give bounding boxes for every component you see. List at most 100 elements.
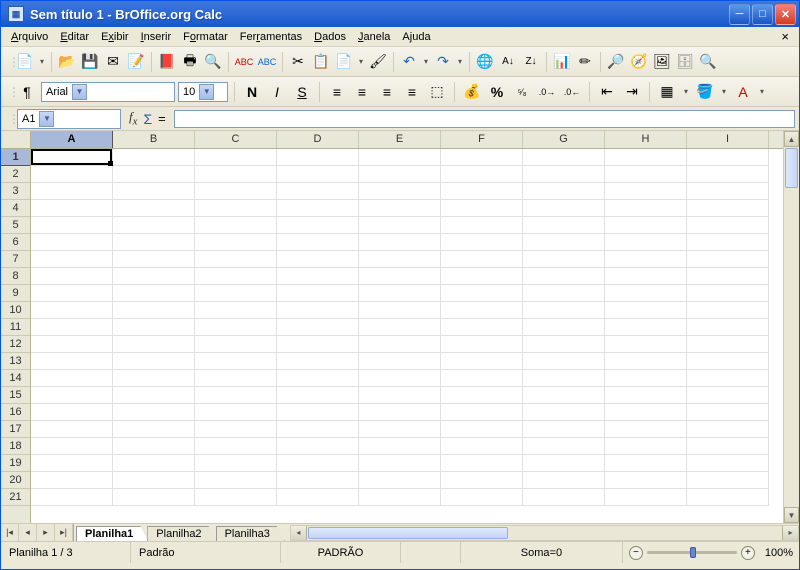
prev-sheet-button[interactable]: ◂ <box>19 524 37 541</box>
add-decimal-button[interactable]: .0→ <box>536 81 558 103</box>
cell[interactable] <box>113 319 195 336</box>
cell[interactable] <box>113 336 195 353</box>
merge-cells-button[interactable]: ⬚ <box>426 81 448 103</box>
cell[interactable] <box>441 455 523 472</box>
navigator-button[interactable]: 🧭 <box>628 51 650 73</box>
cell[interactable] <box>31 489 113 506</box>
cell[interactable] <box>277 387 359 404</box>
row-header[interactable]: 14 <box>1 370 30 387</box>
sheet-tab[interactable]: Planilha3 <box>216 526 285 541</box>
cell[interactable] <box>687 285 769 302</box>
fontcolor-button[interactable]: A <box>732 81 754 103</box>
cell[interactable] <box>687 438 769 455</box>
cell[interactable] <box>687 472 769 489</box>
cell[interactable] <box>113 200 195 217</box>
cell[interactable] <box>31 149 113 166</box>
name-box[interactable]: A1▼ <box>17 109 121 129</box>
redo-dropdown[interactable]: ▾ <box>455 57 465 66</box>
spellcheck-button[interactable]: ABC <box>233 51 255 73</box>
cell[interactable] <box>113 438 195 455</box>
insert-mode-status[interactable]: PADRÃO <box>281 542 401 563</box>
cell[interactable] <box>31 472 113 489</box>
cell[interactable] <box>687 336 769 353</box>
row-header[interactable]: 20 <box>1 472 30 489</box>
row-header[interactable]: 7 <box>1 251 30 268</box>
cell[interactable] <box>195 489 277 506</box>
zoom-in-button[interactable]: + <box>741 546 755 560</box>
cell[interactable] <box>687 489 769 506</box>
paste-button[interactable]: 📄 <box>333 51 355 73</box>
row-header[interactable]: 12 <box>1 336 30 353</box>
hyperlink-button[interactable]: 🌐 <box>474 51 496 73</box>
font-name-combo[interactable]: Arial▼ <box>41 82 175 102</box>
cell[interactable] <box>359 319 441 336</box>
row-header[interactable]: 9 <box>1 285 30 302</box>
cell[interactable] <box>195 149 277 166</box>
menu-exibir[interactable]: Exibir <box>95 29 135 45</box>
cell[interactable] <box>31 285 113 302</box>
currency-button[interactable]: 💰 <box>461 81 483 103</box>
cell[interactable] <box>523 268 605 285</box>
cell[interactable] <box>523 353 605 370</box>
cell[interactable] <box>523 438 605 455</box>
cell[interactable] <box>605 370 687 387</box>
menu-ajuda[interactable]: Ajuda <box>396 29 436 45</box>
select-all-corner[interactable] <box>1 131 31 149</box>
cell[interactable] <box>113 251 195 268</box>
menu-inserir[interactable]: Inserir <box>135 29 178 45</box>
column-header[interactable]: F <box>441 131 523 148</box>
cell[interactable] <box>441 200 523 217</box>
cell[interactable] <box>113 268 195 285</box>
export-pdf-button[interactable]: 📕 <box>156 51 178 73</box>
copy-button[interactable]: 📋 <box>310 51 332 73</box>
cell[interactable] <box>31 421 113 438</box>
cut-button[interactable]: ✂ <box>287 51 309 73</box>
cell[interactable] <box>113 489 195 506</box>
cell[interactable] <box>359 166 441 183</box>
page-style-status[interactable]: Padrão <box>131 542 281 563</box>
column-header[interactable]: D <box>277 131 359 148</box>
cell[interactable] <box>605 251 687 268</box>
cell[interactable] <box>277 285 359 302</box>
cell[interactable] <box>523 370 605 387</box>
cell[interactable] <box>687 234 769 251</box>
function-wizard-button[interactable]: fx <box>129 109 137 128</box>
cell[interactable] <box>687 149 769 166</box>
cell[interactable] <box>31 353 113 370</box>
cell[interactable] <box>441 234 523 251</box>
cell[interactable] <box>687 404 769 421</box>
cell[interactable] <box>359 234 441 251</box>
cell[interactable] <box>605 234 687 251</box>
format-paintbrush-button[interactable]: 🖌 <box>367 51 389 73</box>
cell[interactable] <box>277 370 359 387</box>
cell[interactable] <box>277 200 359 217</box>
cell[interactable] <box>359 387 441 404</box>
row-header[interactable]: 13 <box>1 353 30 370</box>
decrease-indent-button[interactable]: ⇤ <box>596 81 618 103</box>
borders-dropdown[interactable]: ▾ <box>681 87 691 96</box>
cell[interactable] <box>359 302 441 319</box>
menu-arquivo[interactable]: Arquivo <box>5 29 54 45</box>
menu-ferramentas[interactable]: Ferramentas <box>234 29 308 45</box>
redo-button[interactable]: ↷ <box>432 51 454 73</box>
cell[interactable] <box>277 149 359 166</box>
cell[interactable] <box>605 285 687 302</box>
cell[interactable] <box>359 370 441 387</box>
cell[interactable] <box>31 251 113 268</box>
cell[interactable] <box>523 319 605 336</box>
scroll-left-button[interactable]: ◂ <box>291 526 307 540</box>
sort-asc-button[interactable]: A↓ <box>497 51 519 73</box>
chart-button[interactable]: 📊 <box>551 51 573 73</box>
cell[interactable] <box>359 149 441 166</box>
sheet-tab[interactable]: Planilha1 <box>76 526 148 541</box>
cell[interactable] <box>687 302 769 319</box>
toolbar-grip[interactable]: ⋮ <box>5 85 13 99</box>
cell[interactable] <box>195 183 277 200</box>
maximize-button[interactable]: □ <box>752 4 773 25</box>
row-header[interactable]: 4 <box>1 200 30 217</box>
cell[interactable] <box>277 251 359 268</box>
formula-input[interactable] <box>174 110 795 128</box>
font-size-combo[interactable]: 10▼ <box>178 82 228 102</box>
cell[interactable] <box>605 217 687 234</box>
row-header[interactable]: 16 <box>1 404 30 421</box>
